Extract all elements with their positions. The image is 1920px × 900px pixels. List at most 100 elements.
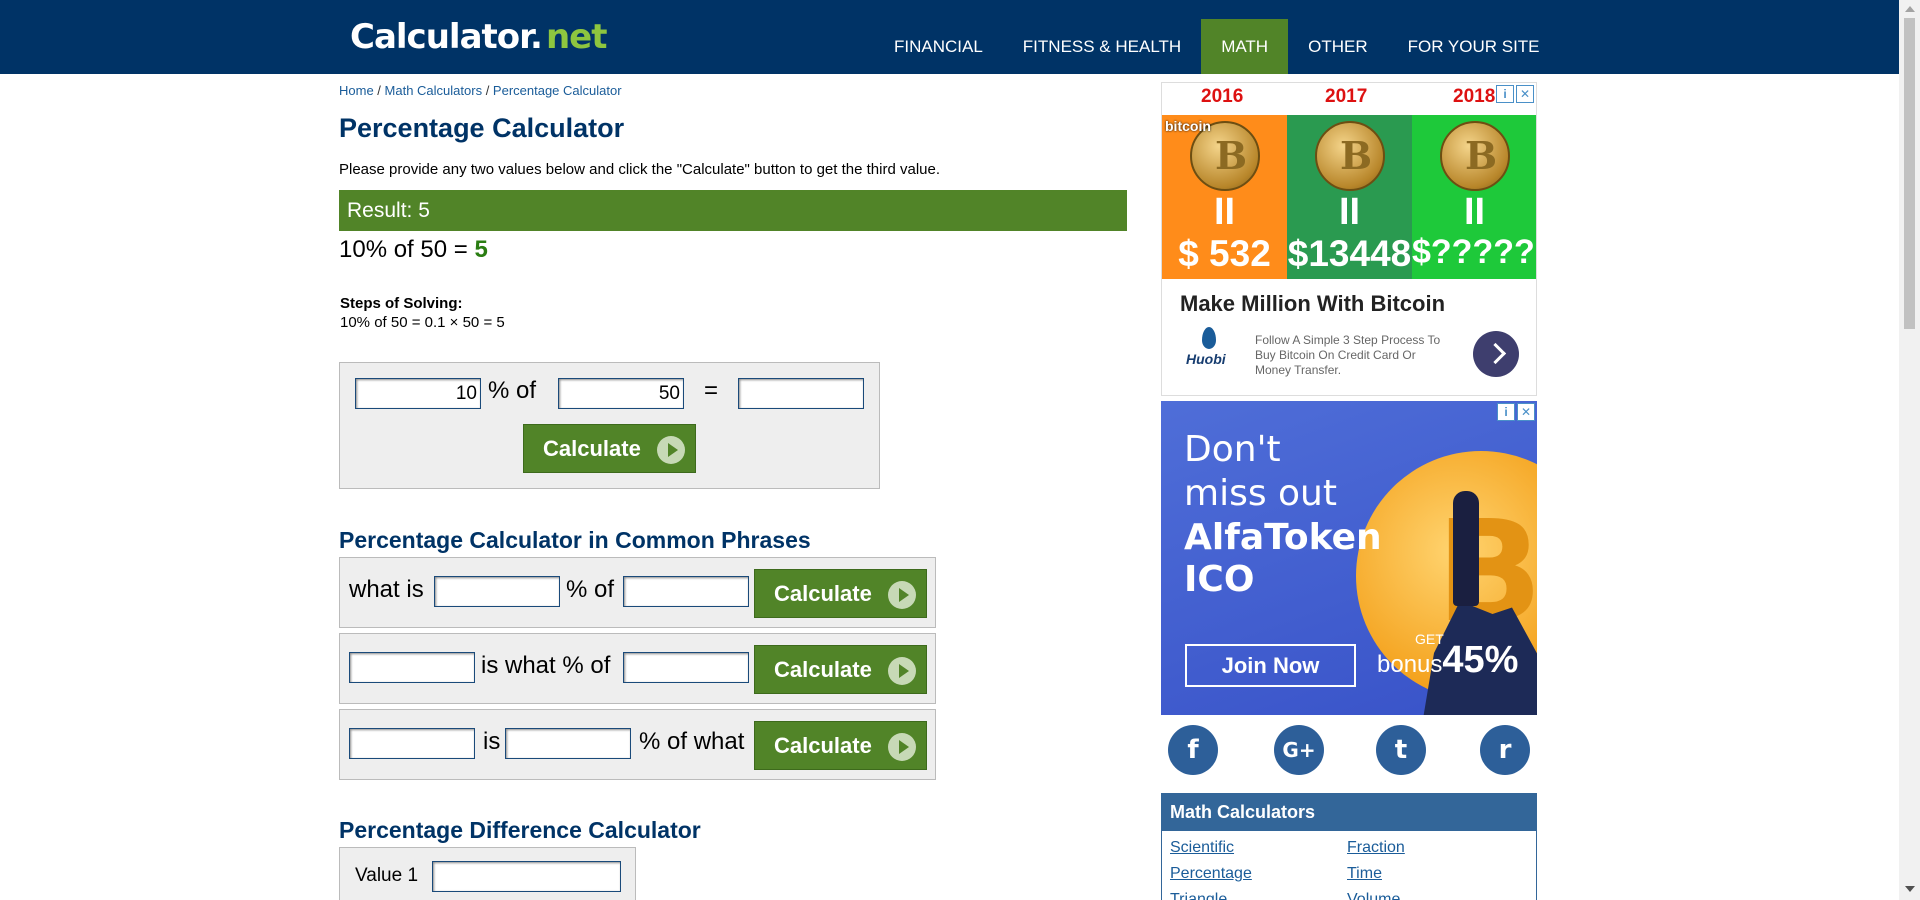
calculate-button-row2[interactable]: Calculate: [754, 645, 927, 694]
calculate-button-label: Calculate: [543, 435, 641, 461]
breadcrumb-separator: /: [373, 83, 385, 98]
link-scientific[interactable]: Scientific: [1170, 839, 1234, 857]
result-answer: 5: [474, 236, 488, 263]
google-plus-icon[interactable]: G+: [1274, 725, 1324, 775]
part-input[interactable]: [349, 652, 475, 683]
logo-net: net: [545, 17, 608, 57]
year-label: 2016: [1201, 86, 1244, 107]
percent-input[interactable]: 10: [355, 378, 481, 409]
difference-box: Value 1: [339, 847, 636, 900]
breadcrumb-math[interactable]: Math Calculators: [385, 83, 483, 98]
ad2-line2: miss out: [1184, 473, 1337, 514]
price-label: $ 532: [1178, 233, 1271, 274]
ad2-bonus-word: bonus: [1377, 651, 1443, 678]
scroll-down-arrow-icon[interactable]: [1905, 886, 1915, 892]
ad-badges: i ✕: [1496, 85, 1534, 103]
vertical-scrollbar[interactable]: [1899, 0, 1920, 900]
whole-input[interactable]: [623, 652, 749, 683]
ad2-get: GET: [1415, 631, 1444, 647]
huobi-flame-icon: [1202, 327, 1216, 349]
label-is-what-pct-of: is what % of: [481, 652, 611, 679]
what-is-input[interactable]: [434, 576, 560, 607]
label-equals: =: [704, 377, 719, 404]
nav-fitness-health[interactable]: FITNESS & HEALTH: [1003, 19, 1201, 74]
ad-headline: Make Million With Bitcoin: [1180, 291, 1446, 316]
steps-line: 10% of 50 = 0.1 × 50 = 5: [340, 314, 505, 331]
result-bar: Result: 5: [339, 190, 1127, 231]
logo-text: Calculator: [350, 17, 531, 57]
value1-label: Value 1: [355, 865, 419, 886]
scroll-up-arrow-icon[interactable]: [1905, 6, 1915, 12]
join-now-button[interactable]: Join Now: [1185, 644, 1356, 687]
label-pct-of: % of: [566, 576, 615, 603]
equals-sign: II: [1463, 191, 1486, 233]
main-calculator-box: 10 % of 50 = Calculate: [339, 362, 880, 489]
play-arrow-icon: [657, 436, 685, 464]
calculate-button-label: Calculate: [774, 580, 872, 606]
ad2-line3: AlfaToken: [1184, 517, 1382, 558]
panel-title: Math Calculators: [1162, 794, 1536, 831]
common-phrases-title: Percentage Calculator in Common Phrases: [339, 527, 811, 553]
label-is: is: [483, 728, 501, 755]
equals-sign: II: [1213, 191, 1236, 233]
result-equation: 10% of 50 = 5: [339, 236, 488, 264]
ad2-bonus-pct: 45%: [1442, 639, 1519, 681]
ad-column-2017: II $13448: [1287, 115, 1412, 279]
percent-of-what-input[interactable]: [505, 728, 631, 759]
link-percentage[interactable]: Percentage: [1170, 865, 1252, 883]
price-label: $??????: [1412, 233, 1536, 271]
nav-other[interactable]: OTHER: [1288, 19, 1388, 74]
ad2-line4: ICO: [1184, 559, 1255, 600]
price-label: $13448: [1287, 233, 1412, 274]
ad-next-arrow-icon[interactable]: [1473, 331, 1519, 377]
bitcoin-ad[interactable]: 2016 2017 2018 II $ 532 II $13448 II $??…: [1161, 82, 1537, 396]
ad-column-2016: II $ 532: [1162, 115, 1287, 279]
facebook-icon[interactable]: f: [1168, 725, 1218, 775]
ad-close-icon[interactable]: ✕: [1517, 403, 1535, 421]
result-input[interactable]: [738, 378, 864, 409]
breadcrumb-home[interactable]: Home: [339, 83, 374, 98]
ad-close-icon[interactable]: ✕: [1516, 85, 1534, 103]
steps-title: Steps of Solving:: [340, 295, 463, 312]
phrase-row-1: what is % of Calculate: [339, 557, 936, 628]
calculate-button-label: Calculate: [774, 656, 872, 682]
link-fraction[interactable]: Fraction: [1347, 839, 1405, 857]
link-time[interactable]: Time: [1347, 865, 1382, 883]
reddit-icon[interactable]: r: [1480, 725, 1530, 775]
site-header: Calculator. net FINANCIAL FITNESS & HEALT…: [0, 0, 1899, 74]
value-input[interactable]: [349, 728, 475, 759]
site-logo[interactable]: Calculator. net: [350, 17, 607, 57]
bitcoin-coin-icon: [1315, 121, 1385, 191]
year-label: 2018: [1453, 86, 1496, 107]
ad2-bonus: GET bonus45%: [1377, 631, 1519, 682]
ad-info-icon[interactable]: i: [1496, 85, 1514, 103]
ad-column-2018: II $??????: [1412, 115, 1536, 279]
ad-years: 2016 2017 2018: [1162, 83, 1536, 115]
of-input[interactable]: [623, 576, 749, 607]
ad-description: Follow A Simple 3 Step Process To Buy Bi…: [1255, 333, 1441, 377]
person-silhouette: [1453, 491, 1479, 606]
nav-for-your-site[interactable]: FOR YOUR SITE: [1388, 19, 1560, 74]
nav-math[interactable]: MATH: [1201, 19, 1289, 74]
logo-dot: .: [530, 17, 543, 57]
breadcrumb-current[interactable]: Percentage Calculator: [493, 83, 622, 98]
link-triangle[interactable]: Triangle: [1170, 891, 1227, 900]
label-pct-of: % of: [488, 377, 537, 404]
instructions: Please provide any two values below and …: [339, 161, 941, 178]
scroll-thumb[interactable]: [1904, 18, 1915, 329]
link-volume[interactable]: Volume: [1347, 891, 1400, 900]
label-what-is: what is: [349, 576, 424, 603]
calculate-button-row3[interactable]: Calculate: [754, 721, 927, 770]
play-arrow-icon: [888, 581, 916, 609]
nav-financial[interactable]: FINANCIAL: [874, 19, 1003, 74]
calculate-button-row1[interactable]: Calculate: [754, 569, 927, 618]
breadcrumb: Home / Math Calculators / Percentage Cal…: [339, 83, 622, 98]
alfatoken-ad[interactable]: Don't miss out AlfaToken ICO Join Now GE…: [1161, 401, 1537, 715]
base-input[interactable]: 50: [558, 378, 684, 409]
calculate-button[interactable]: Calculate: [523, 424, 696, 473]
ad-info-icon[interactable]: i: [1497, 403, 1515, 421]
twitter-icon[interactable]: t: [1376, 725, 1426, 775]
play-arrow-icon: [888, 657, 916, 685]
value1-input[interactable]: [432, 861, 621, 892]
phrase-row-3: is % of what Calculate: [339, 709, 936, 780]
